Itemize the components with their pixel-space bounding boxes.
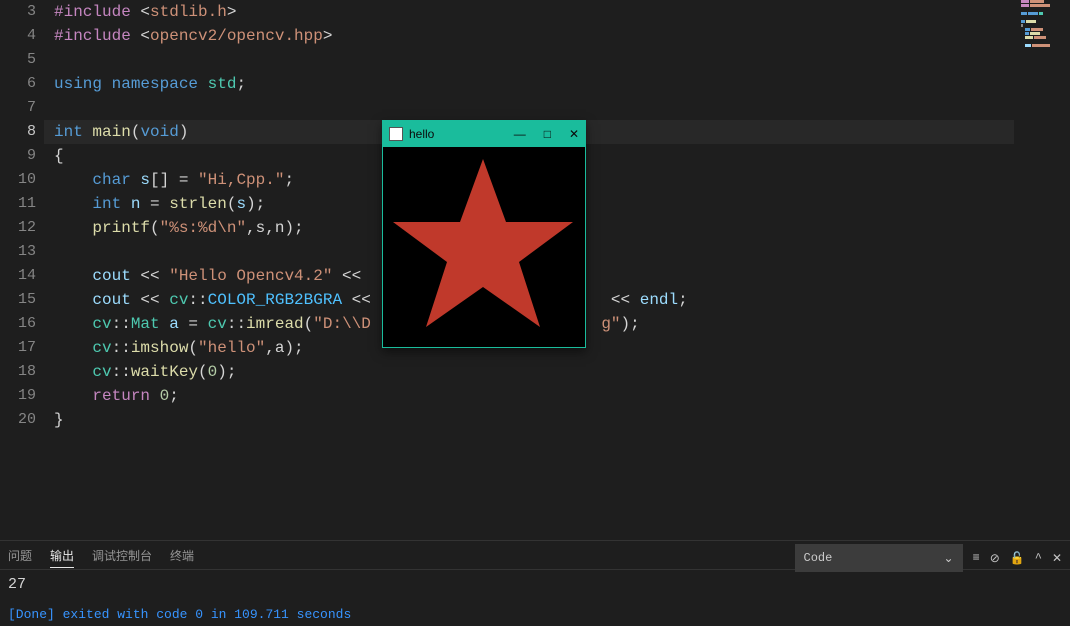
code-line: return 0; bbox=[54, 384, 1070, 408]
line-number: 19 bbox=[0, 384, 44, 408]
list-icon[interactable]: ≡ bbox=[973, 551, 980, 565]
star-image bbox=[383, 147, 583, 347]
close-panel-icon[interactable]: ✕ bbox=[1052, 551, 1062, 566]
code-line: #include <stdlib.h> bbox=[54, 0, 1070, 24]
line-number: 20 bbox=[0, 408, 44, 432]
chevron-up-icon[interactable]: ^ bbox=[1035, 551, 1042, 565]
app-icon bbox=[389, 127, 403, 141]
line-number: 17 bbox=[0, 336, 44, 360]
line-number: 11 bbox=[0, 192, 44, 216]
line-number: 12 bbox=[0, 216, 44, 240]
line-number: 4 bbox=[0, 24, 44, 48]
minimize-button[interactable]: — bbox=[514, 127, 526, 141]
line-number-gutter: 3 4 5 6 7 8 9 10 11 12 13 14 15 16 17 18… bbox=[0, 0, 44, 540]
maximize-button[interactable]: □ bbox=[544, 127, 551, 141]
tab-problems[interactable]: 问题 bbox=[8, 547, 32, 564]
code-line: } bbox=[54, 408, 1070, 432]
line-number: 15 bbox=[0, 288, 44, 312]
output-done-line: [Done] exited with code 0 in 109.711 sec… bbox=[8, 607, 1062, 622]
line-number-active: 8 bbox=[0, 120, 44, 144]
tab-terminal[interactable]: 终端 bbox=[170, 547, 194, 564]
output-channel-value: Code bbox=[804, 551, 833, 565]
line-number: 18 bbox=[0, 360, 44, 384]
bottom-panel: 问题 输出 调试控制台 终端 Code ⌄ ≡ ⊘ 🔓 ^ ✕ 27 [Done… bbox=[0, 540, 1070, 623]
chevron-down-icon: ⌄ bbox=[943, 551, 953, 566]
close-button[interactable]: ✕ bbox=[569, 127, 579, 141]
code-line: using namespace std; bbox=[54, 72, 1070, 96]
code-line: #include <opencv2/opencv.hpp> bbox=[54, 24, 1070, 48]
clear-output-icon[interactable]: ⊘ bbox=[990, 551, 1000, 566]
line-number: 10 bbox=[0, 168, 44, 192]
minimap[interactable] bbox=[1018, 0, 1070, 48]
output-line: 27 bbox=[8, 576, 1062, 593]
line-number: 14 bbox=[0, 264, 44, 288]
code-line: cv::waitKey(0); bbox=[54, 360, 1070, 384]
opencv-image bbox=[383, 147, 583, 347]
opencv-titlebar[interactable]: hello — □ ✕ bbox=[383, 121, 585, 147]
lock-scroll-icon[interactable]: 🔓 bbox=[1010, 551, 1025, 566]
line-number: 3 bbox=[0, 0, 44, 24]
line-number: 7 bbox=[0, 96, 44, 120]
opencv-window-title: hello bbox=[409, 127, 434, 141]
output-channel-select[interactable]: Code ⌄ bbox=[795, 544, 963, 572]
code-line bbox=[54, 96, 1070, 120]
panel-toolbar: Code ⌄ ≡ ⊘ 🔓 ^ ✕ bbox=[795, 544, 1062, 572]
line-number: 6 bbox=[0, 72, 44, 96]
output-body[interactable]: 27 [Done] exited with code 0 in 109.711 … bbox=[0, 570, 1070, 626]
panel-tabs: 问题 输出 调试控制台 终端 Code ⌄ ≡ ⊘ 🔓 ^ ✕ bbox=[0, 541, 1070, 570]
line-number: 16 bbox=[0, 312, 44, 336]
opencv-window[interactable]: hello — □ ✕ bbox=[382, 120, 586, 348]
tab-output[interactable]: 输出 bbox=[50, 547, 74, 568]
line-number: 9 bbox=[0, 144, 44, 168]
code-line bbox=[54, 48, 1070, 72]
line-number: 13 bbox=[0, 240, 44, 264]
tab-debug-console[interactable]: 调试控制台 bbox=[92, 547, 152, 564]
line-number: 5 bbox=[0, 48, 44, 72]
